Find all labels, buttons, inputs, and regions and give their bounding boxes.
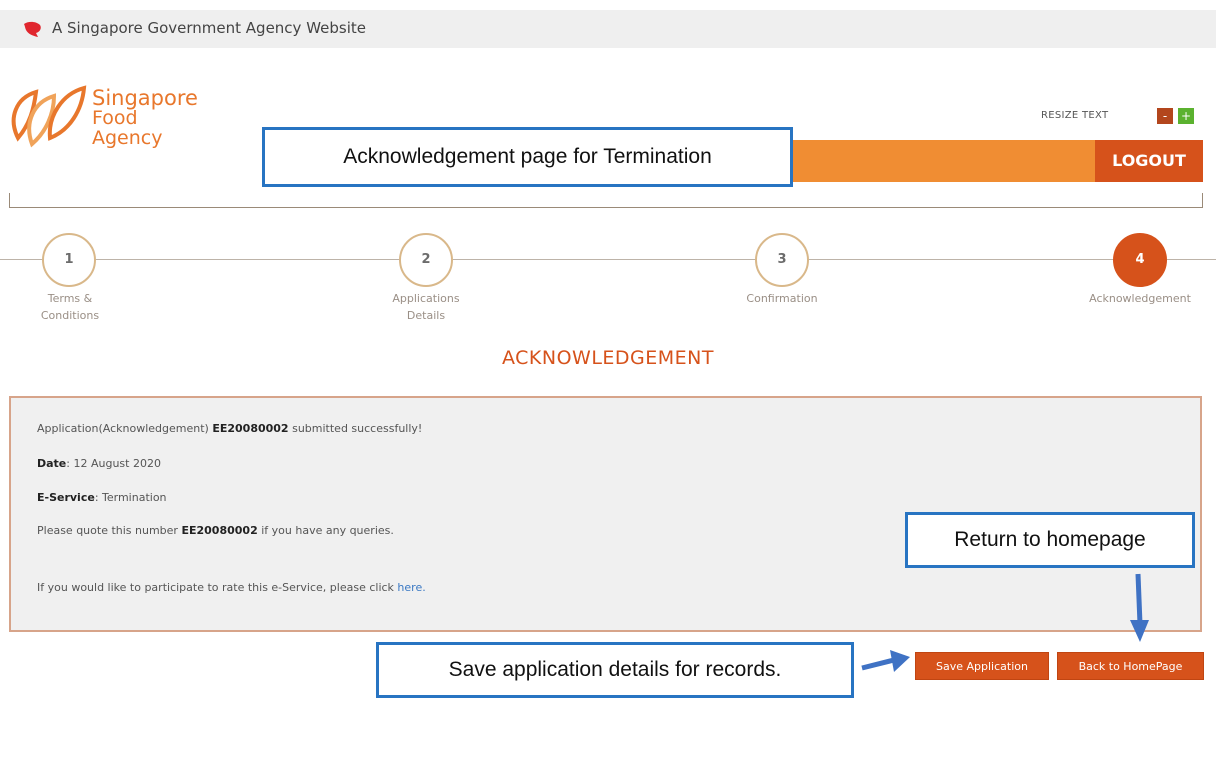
callout-return-homepage: Return to homepage (905, 512, 1195, 568)
step-3-circle: 3 (755, 233, 809, 287)
resize-text-label: RESIZE TEXT (1041, 110, 1109, 121)
submission-prefix: Application(Acknowledgement) (37, 422, 209, 435)
step-2-label-line1: Applications (392, 292, 460, 305)
step-1-label-line2: Conditions (40, 309, 100, 322)
quote-application-number: EE20080002 (181, 524, 258, 537)
step-3-label: Confirmation (746, 292, 818, 305)
arrow-right-icon (861, 650, 910, 672)
frame-divider (9, 207, 1203, 208)
arrow-down-icon (1130, 573, 1149, 642)
step-1-label: Terms & Conditions (0, 290, 140, 324)
step-2-circle: 2 (399, 233, 453, 287)
step-1-label-line1: Terms & (47, 292, 93, 305)
decrease-text-button[interactable]: - (1157, 108, 1173, 124)
submission-suffix: submitted successfully! (292, 422, 423, 435)
agency-name-line2: Food (92, 107, 138, 129)
eservice-label: E-Service (37, 491, 95, 504)
gov-banner-text: A Singapore Government Agency Website (52, 19, 366, 37)
step-4-label: Acknowledgement (1089, 292, 1191, 305)
step-2-label-line2: Details (406, 309, 446, 322)
rating-link[interactable]: here. (397, 581, 425, 594)
sfa-leaf-logo (11, 85, 87, 148)
agency-name: Singapore Food Agency (92, 86, 198, 149)
step-4-circle: 4 (1113, 233, 1167, 287)
rating-message: If you would like to participate to rate… (37, 581, 426, 594)
callout-save-application: Save application details for records. (376, 642, 854, 698)
agency-name-line3: Agency (92, 127, 163, 149)
quote-message: Please quote this number EE20080002 if y… (37, 524, 394, 537)
header-bar (785, 140, 1095, 182)
rating-prefix: If you would like to participate to rate… (37, 581, 394, 594)
frame-divider-left (9, 193, 10, 208)
agency-name-line1: Singapore (92, 86, 198, 110)
eservice-value: : Termination (94, 491, 167, 504)
save-application-button[interactable]: Save Application (915, 652, 1049, 680)
step-1-circle: 1 (42, 233, 96, 287)
date-label: Date (37, 457, 67, 470)
frame-divider-right (1202, 193, 1203, 208)
submission-message: Application(Acknowledgement) EE20080002 … (37, 422, 422, 435)
page-title: ACKNOWLEDGEMENT (501, 347, 714, 369)
date-value: : 12 August 2020 (66, 457, 161, 470)
eservice-row: E-Service: Termination (37, 491, 167, 504)
lion-head-icon (24, 21, 41, 37)
step-2-label: Applications Details (356, 290, 496, 324)
date-row: Date: 12 August 2020 (37, 457, 161, 470)
quote-prefix: Please quote this number (37, 524, 178, 537)
callout-termination: Acknowledgement page for Termination (262, 127, 793, 187)
gov-banner: A Singapore Government Agency Website (0, 10, 1216, 48)
application-number: EE20080002 (212, 422, 289, 435)
quote-suffix: if you have any queries. (261, 524, 394, 537)
back-to-homepage-button[interactable]: Back to HomePage (1057, 652, 1204, 680)
increase-text-button[interactable]: + (1178, 108, 1194, 124)
logout-button[interactable]: LOGOUT (1095, 140, 1203, 182)
stepper-track (0, 259, 1216, 260)
